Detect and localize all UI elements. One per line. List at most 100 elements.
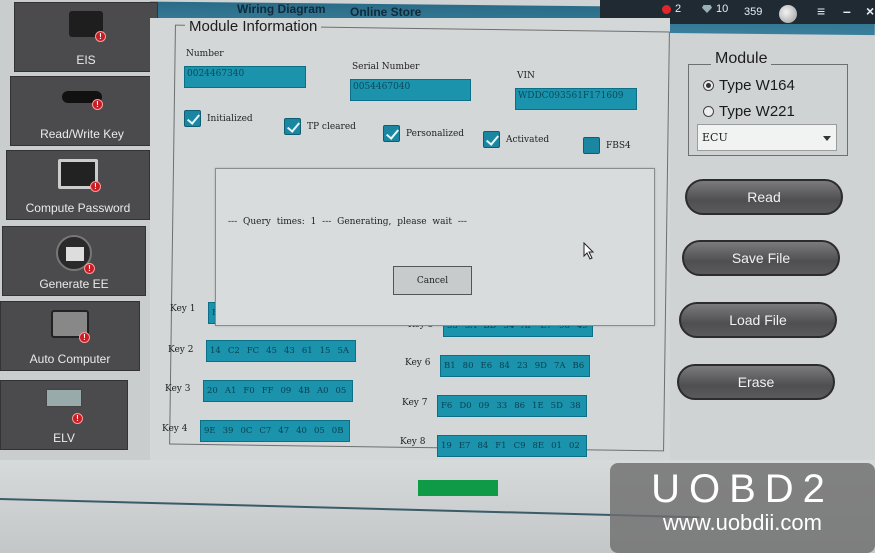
sidebar-label: ELV — [53, 431, 75, 445]
checkbox-checked-icon — [383, 125, 400, 142]
checkbox-checked-icon — [284, 118, 301, 135]
key-byte: 0B — [331, 426, 344, 436]
key-value-field[interactable]: 19 E7 84 F1 C9 8E 01 02 — [437, 435, 587, 457]
key-byte: C7 — [259, 426, 272, 436]
key-byte: E7 — [458, 441, 471, 451]
key-byte: E6 — [480, 361, 493, 371]
gems-counter[interactable]: 10 — [702, 3, 728, 15]
key-byte: F1 — [495, 441, 507, 451]
vin-label: VIN — [517, 71, 535, 81]
vin-field[interactable]: WDDC093561F171609 — [515, 88, 637, 110]
checkbox-unchecked-icon — [583, 137, 600, 154]
key-byte: 09 — [478, 401, 490, 411]
checkbox-label: Personalized — [406, 128, 465, 139]
hamburger-icon[interactable]: ≡ — [817, 3, 825, 19]
sidebar-item-generate-ee[interactable]: ! Generate EE — [2, 226, 146, 296]
monitor-icon: ! — [58, 159, 101, 192]
checkbox-initialized[interactable]: Initialized — [184, 110, 253, 127]
warning-badge-icon: ! — [84, 263, 95, 274]
key-byte: 45 — [266, 346, 277, 356]
serial-number-field[interactable]: 0054467040 — [350, 79, 471, 101]
key-byte: 47 — [278, 426, 290, 436]
key-byte: 8E — [532, 441, 545, 451]
key-value-field[interactable]: 20 A1 F0 FF 09 4B A0 05 — [203, 380, 353, 402]
key-byte: 43 — [283, 346, 295, 356]
nav-wiring-diagram[interactable]: Wiring Diagram — [237, 2, 326, 16]
module-type-select[interactable]: ECU — [697, 124, 837, 151]
key-byte: 39 — [222, 426, 234, 436]
sidebar-item-auto-computer[interactable]: ! Auto Computer — [0, 301, 140, 371]
number-field[interactable]: 0024467340 — [184, 66, 306, 88]
sidebar-item-read-write-key[interactable]: ! Read/Write Key — [10, 76, 154, 146]
sidebar-item-elv[interactable]: ! ELV — [0, 380, 128, 450]
select-value: ECU — [702, 131, 728, 144]
checkbox-label: TP cleared — [307, 121, 356, 132]
elv-board-icon: ! — [46, 389, 83, 424]
checkbox-checked-icon — [483, 131, 500, 148]
alerts-count: 2 — [675, 3, 682, 15]
key-byte: 5A — [337, 346, 350, 356]
warning-badge-icon: ! — [90, 181, 101, 192]
key-byte: 7A — [554, 361, 566, 371]
radio-selected-icon — [703, 80, 714, 91]
checkbox-tp-cleared[interactable]: TP cleared — [284, 118, 356, 135]
warning-badge-icon: ! — [72, 413, 83, 424]
key-byte: 86 — [514, 401, 526, 411]
key-byte: FF — [261, 386, 274, 396]
mouse-cursor-icon — [583, 242, 595, 260]
key-byte: F0 — [243, 386, 255, 396]
close-button[interactable]: × — [866, 3, 874, 19]
nav-online-store[interactable]: Online Store — [350, 5, 421, 19]
read-button[interactable]: Read — [685, 179, 843, 215]
key-byte: 40 — [296, 426, 307, 436]
key-value-field[interactable]: 9E 39 0C C7 47 40 05 0B — [200, 420, 350, 442]
alerts-counter[interactable]: 2 — [662, 3, 681, 15]
key-byte: 84 — [499, 361, 510, 371]
sidebar-item-compute-password[interactable]: ! Compute Password — [6, 150, 150, 220]
key-byte: 05 — [313, 426, 325, 436]
key-byte: F6 — [441, 401, 453, 411]
cancel-button[interactable]: Cancel — [393, 266, 472, 295]
key-byte: C2 — [227, 346, 240, 356]
sidebar-label: EIS — [76, 53, 96, 67]
key-byte: 19 — [441, 441, 452, 451]
key-byte: 20 — [207, 386, 218, 396]
load-file-button[interactable]: Load File — [679, 302, 837, 338]
radio-unselected-icon — [703, 106, 714, 117]
sidebar-item-eis[interactable]: ! EIS — [14, 2, 158, 72]
alert-icon — [662, 4, 671, 14]
chevron-down-icon — [823, 136, 831, 141]
checkbox-activated[interactable]: Activated — [483, 131, 549, 148]
key-label: Key 4 — [162, 424, 188, 434]
key-byte: 38 — [569, 401, 581, 411]
key-value-field[interactable]: 14 C2 FC 45 43 61 15 5A — [206, 340, 356, 362]
key-byte: 02 — [568, 441, 580, 451]
printer-icon: ! — [56, 235, 95, 274]
key-label: Key 8 — [400, 437, 426, 447]
erase-button[interactable]: Erase — [677, 364, 835, 400]
eis-module-icon: ! — [69, 11, 106, 42]
progress-bar — [330, 480, 580, 496]
key-value-field[interactable]: F6 D0 09 33 86 1E 5D 38 — [437, 395, 587, 417]
key-byte: 9E — [204, 426, 216, 436]
key-value-field[interactable]: B1 80 E6 84 23 9D 7A B6 — [440, 355, 590, 377]
progress-bar-fill — [417, 480, 498, 496]
checkbox-fbs4[interactable]: FBS4 — [583, 137, 631, 154]
save-file-button[interactable]: Save File — [682, 240, 840, 276]
radio-type-w221[interactable]: Type W221 — [703, 103, 795, 120]
watermark: UOBD2 www.uobdii.com — [610, 463, 875, 553]
ecu-icon: ! — [51, 310, 90, 343]
key-byte: A0 — [316, 386, 329, 396]
minimize-button[interactable]: – — [843, 3, 851, 19]
sidebar: ! EIS ! Read/Write Key ! Compute Passwor… — [0, 0, 158, 460]
radio-label: Type W221 — [719, 103, 795, 120]
key-byte: FC — [246, 346, 260, 356]
key-byte: C9 — [513, 441, 526, 451]
user-avatar[interactable] — [779, 5, 797, 23]
key-byte: 23 — [516, 361, 528, 371]
radio-type-w164[interactable]: Type W164 — [703, 77, 795, 94]
signal-counter: 359 — [744, 6, 762, 18]
key-byte: D0 — [459, 401, 472, 411]
key-byte: 0C — [240, 426, 253, 436]
checkbox-personalized[interactable]: Personalized — [383, 125, 464, 142]
